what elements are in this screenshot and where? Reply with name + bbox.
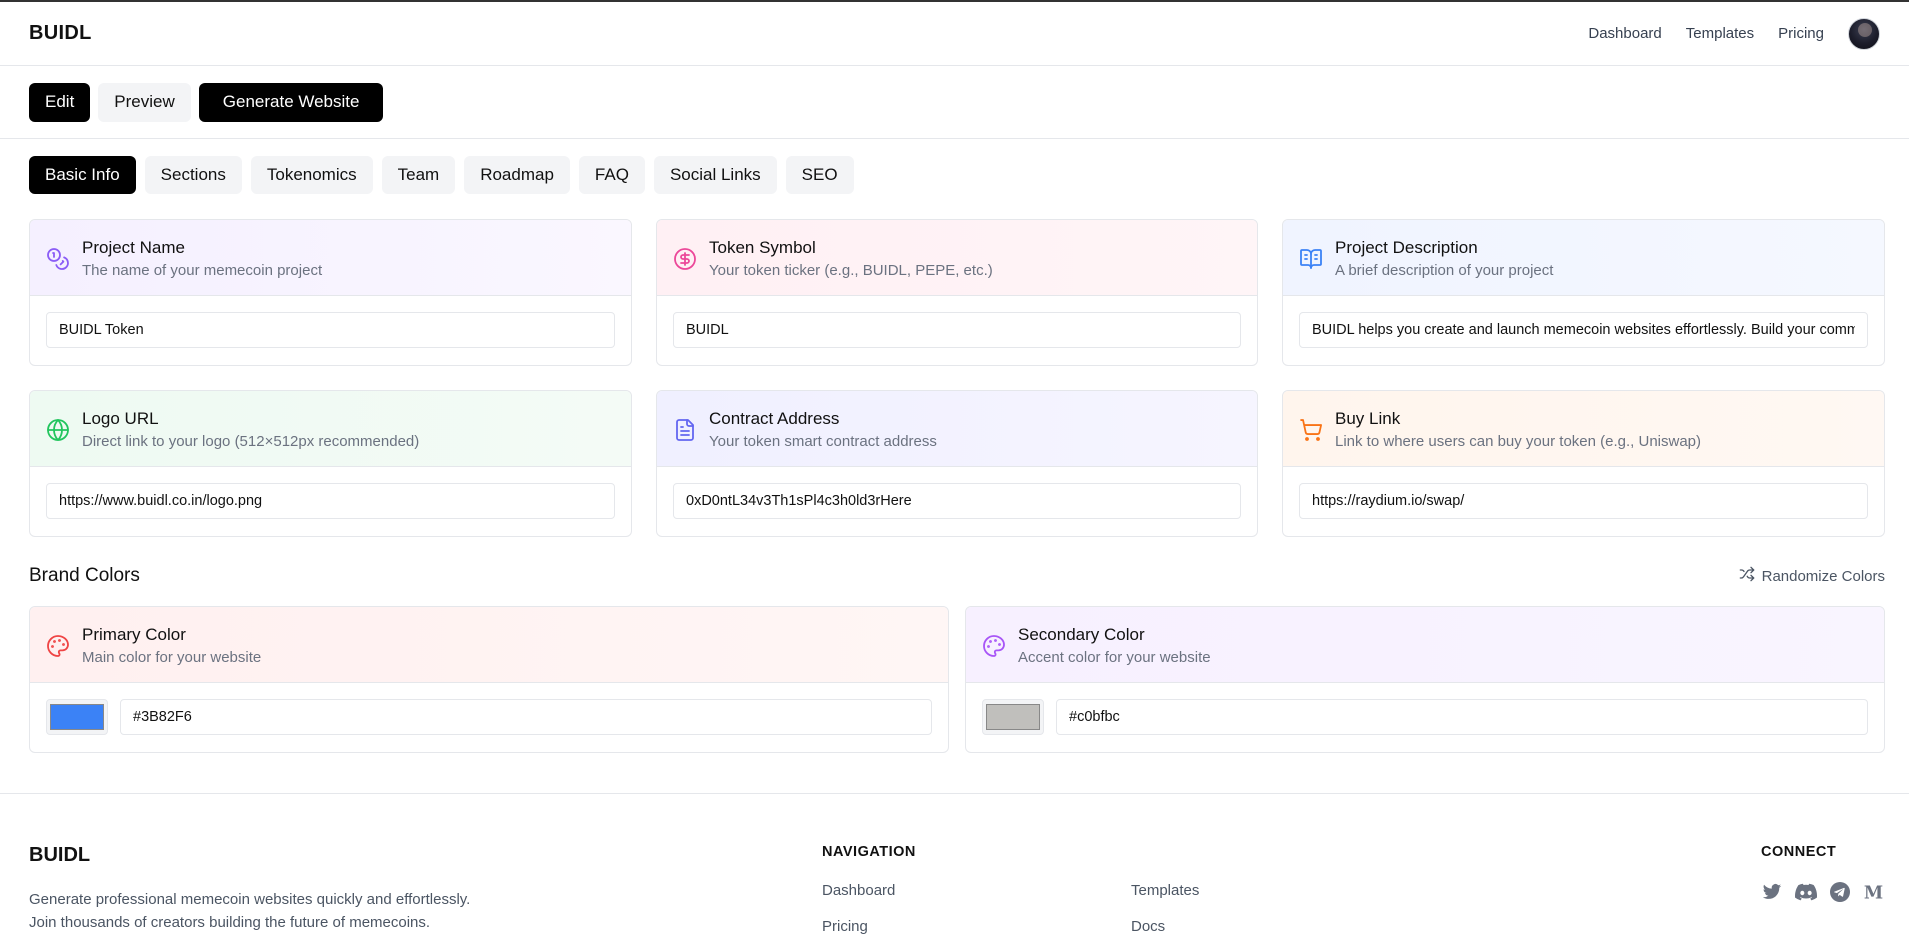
tab-team[interactable]: Team: [381, 156, 456, 194]
tab-basic-info[interactable]: Basic Info: [29, 156, 136, 194]
project-name-title: Project Name: [82, 238, 185, 257]
footer-tagline-line2: Join thousands of creators building the …: [29, 914, 431, 931]
user-avatar[interactable]: [1848, 17, 1880, 50]
token-symbol-title: Token Symbol: [709, 238, 816, 257]
footer-tagline: Generate professional memecoin websites …: [29, 888, 470, 934]
preview-button[interactable]: Preview: [98, 82, 191, 122]
footer-tagline-line1: Generate professional memecoin websites …: [29, 891, 471, 908]
primary-color-desc: Main color for your website: [82, 649, 262, 666]
tab-social-links[interactable]: Social Links: [653, 156, 777, 194]
social-links: M: [1761, 881, 1885, 903]
primary-color-card: Primary Color Main color for your websit…: [29, 606, 949, 753]
secondary-color-desc: Accent color for your website: [1018, 649, 1211, 666]
twitter-icon[interactable]: [1761, 881, 1783, 903]
tab-seo[interactable]: SEO: [785, 156, 854, 194]
secondary-color-picker[interactable]: [982, 699, 1044, 735]
cart-icon: [1299, 418, 1323, 442]
secondary-color-input[interactable]: [1056, 699, 1868, 735]
token-symbol-card: Token Symbol Your token ticker (e.g., BU…: [656, 219, 1258, 366]
brand-colors-heading: Brand Colors: [29, 565, 140, 586]
secondary-color-card: Secondary Color Accent color for your we…: [965, 606, 1885, 753]
logo-url-title: Logo URL: [82, 409, 159, 428]
edit-button[interactable]: Edit: [29, 82, 91, 122]
tab-faq[interactable]: FAQ: [578, 156, 645, 194]
project-description-card-header: Project Description A brief description …: [1283, 220, 1884, 296]
contract-address-card: Contract Address Your token smart contra…: [656, 390, 1258, 537]
secondary-color-swatch: [986, 704, 1040, 730]
secondary-color-title: Secondary Color: [1018, 625, 1145, 644]
top-nav: Dashboard Templates Pricing: [1588, 17, 1880, 50]
medium-icon[interactable]: M: [1863, 881, 1885, 903]
settings-tabs: Basic Info Sections Tokenomics Team Road…: [29, 156, 854, 194]
project-description-card: Project Description A brief description …: [1282, 219, 1885, 366]
logo-url-input[interactable]: [46, 483, 615, 519]
project-description-input[interactable]: [1299, 312, 1868, 348]
primary-color-swatch: [50, 704, 104, 730]
telegram-icon[interactable]: [1829, 881, 1851, 903]
buy-link-desc: Link to where users can buy your token (…: [1335, 433, 1702, 450]
coins-icon: [46, 247, 70, 271]
buy-link-title: Buy Link: [1335, 409, 1401, 428]
nav-pricing-link[interactable]: Pricing: [1778, 25, 1824, 42]
project-description-title: Project Description: [1335, 238, 1478, 257]
contract-address-card-header: Contract Address Your token smart contra…: [657, 391, 1257, 467]
app-header: BUIDL Dashboard Templates Pricing: [0, 2, 1909, 66]
footer-link-pricing[interactable]: Pricing: [822, 918, 868, 935]
page-footer: BUIDL Generate professional memecoin web…: [0, 793, 1909, 947]
randomize-colors-button[interactable]: Randomize Colors: [1739, 566, 1885, 586]
tab-roadmap[interactable]: Roadmap: [464, 156, 570, 194]
token-symbol-card-header: Token Symbol Your token ticker (e.g., BU…: [657, 220, 1257, 296]
project-name-desc: The name of your memecoin project: [82, 262, 323, 279]
token-symbol-desc: Your token ticker (e.g., BUIDL, PEPE, et…: [709, 262, 993, 279]
shuffle-icon: [1739, 566, 1755, 586]
buy-link-card-header: Buy Link Link to where users can buy you…: [1283, 391, 1884, 467]
project-name-input[interactable]: [46, 312, 615, 348]
nav-templates-link[interactable]: Templates: [1686, 25, 1754, 42]
footer-link-templates[interactable]: Templates: [1131, 882, 1199, 899]
palette-icon: [982, 634, 1006, 658]
dollar-circle-icon: [673, 247, 697, 271]
project-description-desc: A brief description of your project: [1335, 262, 1554, 279]
logo-url-card: Logo URL Direct link to your logo (512×5…: [29, 390, 632, 537]
buy-link-input[interactable]: [1299, 483, 1868, 519]
project-name-card: Project Name The name of your memecoin p…: [29, 219, 632, 366]
editor-toolbar: Edit Preview Generate Website: [0, 66, 1909, 139]
footer-connect-heading: CONNECT: [1761, 844, 1837, 860]
token-symbol-input[interactable]: [673, 312, 1241, 348]
footer-link-dashboard[interactable]: Dashboard: [822, 882, 895, 899]
tab-tokenomics[interactable]: Tokenomics: [250, 156, 373, 194]
primary-color-input[interactable]: [120, 699, 932, 735]
primary-color-card-header: Primary Color Main color for your websit…: [30, 607, 948, 683]
tab-sections[interactable]: Sections: [144, 156, 242, 194]
document-icon: [673, 418, 697, 442]
footer-logo[interactable]: BUIDL: [29, 844, 90, 867]
svg-text:M: M: [1864, 883, 1883, 902]
logo-url-desc: Direct link to your logo (512×512px reco…: [82, 433, 420, 450]
contract-address-input[interactable]: [673, 483, 1241, 519]
primary-color-title: Primary Color: [82, 625, 186, 644]
footer-link-docs[interactable]: Docs: [1131, 918, 1165, 935]
contract-address-desc: Your token smart contract address: [709, 433, 937, 450]
logo-url-card-header: Logo URL Direct link to your logo (512×5…: [30, 391, 631, 467]
palette-icon: [46, 634, 70, 658]
nav-dashboard-link[interactable]: Dashboard: [1588, 25, 1661, 42]
secondary-color-card-header: Secondary Color Accent color for your we…: [966, 607, 1884, 683]
app-logo[interactable]: BUIDL: [29, 22, 92, 45]
discord-icon[interactable]: [1795, 881, 1817, 903]
project-name-card-header: Project Name The name of your memecoin p…: [30, 220, 631, 296]
book-open-icon: [1299, 247, 1323, 271]
buy-link-card: Buy Link Link to where users can buy you…: [1282, 390, 1885, 537]
generate-website-button[interactable]: Generate Website: [198, 82, 384, 122]
globe-icon: [46, 418, 70, 442]
randomize-colors-label: Randomize Colors: [1761, 567, 1885, 585]
contract-address-title: Contract Address: [709, 409, 840, 428]
footer-nav-heading: NAVIGATION: [822, 844, 916, 860]
primary-color-picker[interactable]: [46, 699, 108, 735]
